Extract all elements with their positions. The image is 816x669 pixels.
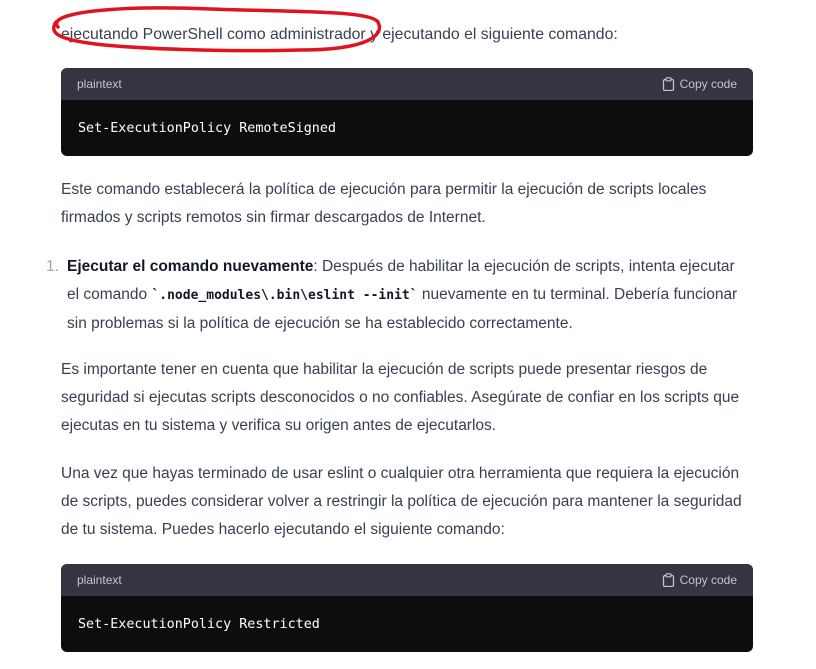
copy-code-button[interactable]: Copy code: [662, 77, 737, 91]
copy-code-label: Copy code: [679, 77, 737, 91]
clipboard-icon: [662, 573, 674, 587]
list-item: 1. Ejecutar el comando nuevamente: Despu…: [46, 253, 751, 338]
list-item-title: Ejecutar el comando nuevamente: [67, 258, 314, 275]
paragraph-1: Este comando establecerá la política de …: [61, 181, 707, 226]
intro-line: ejecutando PowerShell como administrador…: [61, 21, 751, 49]
intro-highlighted-text: ejecutando PowerShell como administrador: [61, 26, 366, 43]
inline-code: `.node_modules\.bin\eslint --init`: [151, 288, 418, 303]
paragraph-3: Una vez que hayas terminado de usar esli…: [61, 465, 742, 538]
code-block-1-content: Set-ExecutionPolicy RemoteSigned: [78, 120, 336, 136]
code-block-2: plaintext Copy code Set-ExecutionPolicy …: [61, 564, 753, 652]
copy-code-label: Copy code: [679, 573, 737, 587]
code-block-1-header: plaintext Copy code: [61, 68, 753, 100]
clipboard-icon: [662, 77, 674, 91]
code-block-1: plaintext Copy code Set-ExecutionPolicy …: [61, 68, 753, 156]
code-block-2-header: plaintext Copy code: [61, 564, 753, 596]
paragraph-2: Es importante tener en cuenta que habili…: [61, 361, 740, 434]
code-block-2-content: Set-ExecutionPolicy Restricted: [78, 616, 320, 632]
intro-rest-text: y ejecutando el siguiente comando:: [365, 26, 618, 43]
list-number: 1.: [46, 258, 59, 275]
copy-code-button[interactable]: Copy code: [662, 573, 737, 587]
code-language-label: plaintext: [77, 77, 122, 91]
code-language-label: plaintext: [77, 573, 122, 587]
